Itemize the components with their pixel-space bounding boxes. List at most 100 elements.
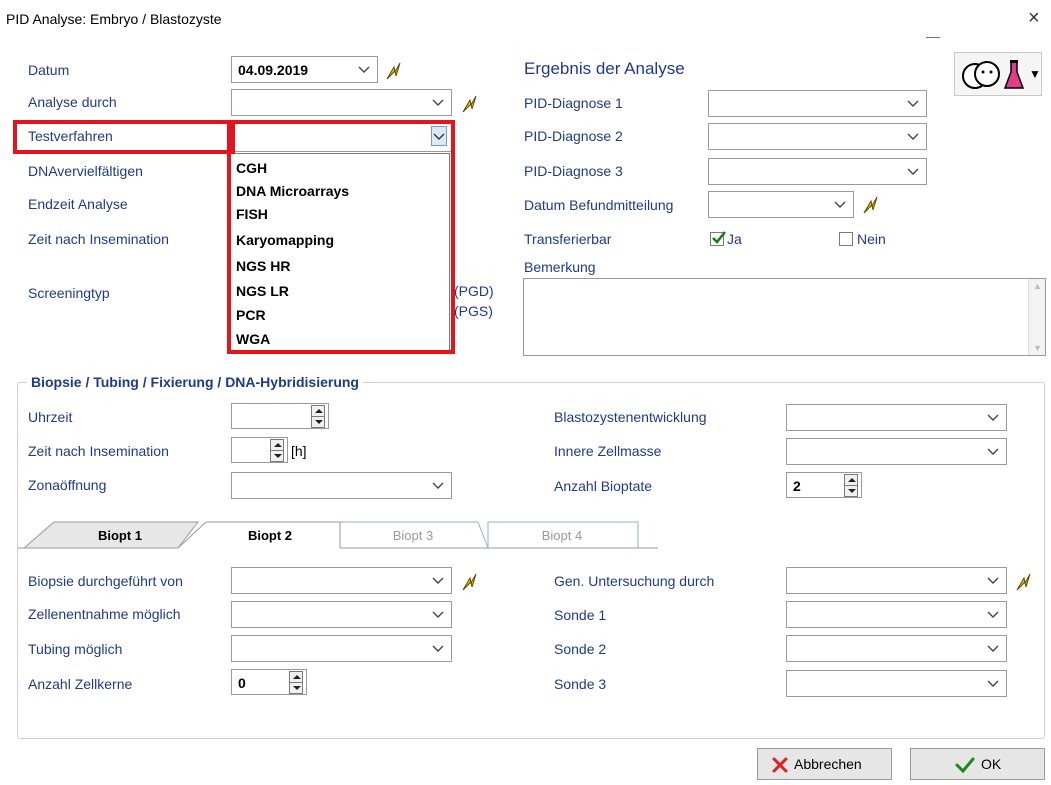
zeit-insemination-field[interactable] [231, 437, 288, 463]
analyse-durch-select[interactable] [231, 89, 452, 116]
zonaoeffnung-select[interactable] [231, 472, 452, 499]
close-icon[interactable]: × [1028, 7, 1040, 30]
title-bar: PID Analyse: Embryo / Blastozyste × — [0, 0, 1051, 44]
analysis-menu-button[interactable]: ▼ [954, 52, 1042, 96]
anzahl-zellkerne-label: Anzahl Zellkerne [28, 676, 133, 692]
zeit-nach-insemination-label: Zeit nach Insemination [28, 231, 169, 247]
faces-icon [962, 61, 1000, 89]
scrollbar[interactable]: ▲ ▼ [1028, 279, 1045, 355]
blastozystenentwicklung-label: Blastozystenentwicklung [554, 409, 707, 425]
chevron-down-icon [986, 674, 1000, 692]
datum-label: Datum [28, 62, 70, 78]
tab-biopt-4: Biopt 4 [541, 528, 583, 543]
sonde-1-label: Sonde 1 [554, 607, 607, 623]
cancel-x-icon [772, 757, 788, 773]
sonde-3-label: Sonde 3 [554, 676, 607, 692]
pgs-label: (PGS) [454, 303, 493, 319]
datum-befundmitteilung-field[interactable] [708, 191, 854, 218]
biopsie-group-title: Biopsie / Tubing / Fixierung / DNA-Hybri… [27, 374, 363, 390]
chevron-down-icon [986, 639, 1000, 657]
sonde-2-label: Sonde 2 [554, 641, 607, 657]
chevron-down-icon [431, 605, 445, 623]
unit-hours-label: [h] [291, 443, 307, 459]
tubing-select[interactable] [231, 635, 452, 662]
uhrzeit-field[interactable] [231, 403, 329, 429]
ergebnis-heading: Ergebnis der Analyse [524, 59, 685, 78]
zellenentnahme-select[interactable] [231, 601, 452, 628]
endzeit-label: Endzeit Analyse [28, 196, 128, 212]
transferierbar-label: Transferierbar [524, 231, 612, 247]
zonaoeffnung-label: Zonaöffnung [28, 477, 107, 493]
chevron-down-icon [986, 571, 1000, 589]
chevron-down-icon [357, 60, 371, 78]
anzahl-bioptate-spinner[interactable] [844, 474, 858, 497]
cancel-button[interactable]: Abbrechen [757, 748, 892, 780]
innere-zellmasse-label: Innere Zellmasse [554, 443, 662, 459]
checkmark-icon [712, 231, 726, 244]
scroll-down-icon[interactable]: ▼ [1033, 343, 1042, 353]
pid-diagnose-2-label: PID-Diagnose 2 [524, 128, 623, 144]
uhrzeit-spinner[interactable] [311, 405, 325, 428]
ok-button[interactable]: OK [910, 748, 1045, 780]
lightning-icon[interactable] [460, 94, 478, 114]
biopsie-durchgefuehrt-select[interactable] [231, 567, 452, 594]
chevron-down-icon [986, 605, 1000, 623]
ja-label: Ja [727, 231, 742, 247]
ja-checkbox[interactable] [710, 231, 726, 246]
sonde-1-select[interactable] [786, 601, 1007, 628]
tubing-label: Tubing möglich [28, 641, 123, 657]
screeningtyp-label: Screeningtyp [28, 285, 110, 301]
chevron-down-icon [431, 639, 445, 657]
nein-checkbox[interactable] [839, 232, 853, 246]
biopsie-durchgefuehrt-label: Biopsie durchgeführt von [28, 573, 183, 589]
sonde-2-select[interactable] [786, 635, 1007, 662]
pid-diagnose-2-select[interactable] [708, 123, 927, 150]
anzahl-zellkerne-field[interactable]: 0 [231, 669, 307, 695]
pgd-label: (PGD) [454, 283, 494, 299]
datum-befundmitteilung-label: Datum Befundmitteilung [524, 197, 674, 213]
chevron-down-icon [986, 442, 1000, 460]
bemerkung-textarea[interactable]: ▲ ▼ [523, 278, 1046, 356]
uhrzeit-label: Uhrzeit [28, 409, 73, 425]
anzahl-bioptate-label: Anzahl Bioptate [554, 478, 653, 494]
lightning-icon[interactable] [384, 61, 402, 81]
zellenentnahme-label: Zellenentnahme möglich [28, 606, 181, 622]
analyse-durch-label: Analyse durch [28, 94, 117, 110]
pid-diagnose-3-label: PID-Diagnose 3 [524, 163, 623, 179]
tab-biopt-2[interactable]: Biopt 2 [220, 522, 320, 550]
chevron-down-icon [906, 127, 920, 145]
chevron-down-icon [431, 476, 445, 494]
zeit-insemination-spinner[interactable] [270, 439, 284, 462]
highlight-box-label [13, 120, 235, 154]
chevron-down-icon [431, 93, 445, 111]
highlight-box-dropdown [227, 120, 455, 354]
tab-biopt-3: Biopt 3 [392, 528, 434, 543]
pid-diagnose-1-label: PID-Diagnose 1 [524, 95, 623, 111]
datum-field[interactable]: 04.09.2019 [231, 56, 378, 83]
scroll-up-icon[interactable]: ▲ [1033, 281, 1042, 291]
chevron-down-icon [986, 408, 1000, 426]
chevron-down-icon [833, 195, 847, 213]
lightning-icon[interactable] [861, 195, 879, 215]
anzahl-zellkerne-spinner[interactable] [289, 671, 303, 694]
tab-biopt-1[interactable]: Biopt 1 [70, 522, 170, 550]
lightning-icon[interactable] [1014, 572, 1032, 592]
zeit-insemination-label: Zeit nach Insemination [28, 443, 169, 459]
checkmark-icon [955, 757, 975, 773]
pid-diagnose-3-select[interactable] [708, 158, 927, 185]
chevron-down-icon: ▼ [1029, 67, 1041, 81]
pid-diagnose-1-select[interactable] [708, 90, 927, 117]
blastozystenentwicklung-select[interactable] [786, 404, 1007, 431]
innere-zellmasse-select[interactable] [786, 438, 1007, 465]
chevron-down-icon [906, 162, 920, 180]
gen-untersuchung-label: Gen. Untersuchung durch [554, 573, 715, 589]
window-title: PID Analyse: Embryo / Blastozyste [6, 11, 222, 27]
anzahl-bioptate-field[interactable]: 2 [786, 472, 862, 498]
nein-label: Nein [857, 231, 886, 247]
flask-icon [1003, 60, 1025, 89]
lightning-icon[interactable] [460, 572, 478, 592]
bemerkung-label: Bemerkung [524, 259, 596, 275]
minimize-icon[interactable]: — [926, 28, 940, 44]
gen-untersuchung-select[interactable] [786, 567, 1007, 594]
sonde-3-select[interactable] [786, 670, 1007, 697]
